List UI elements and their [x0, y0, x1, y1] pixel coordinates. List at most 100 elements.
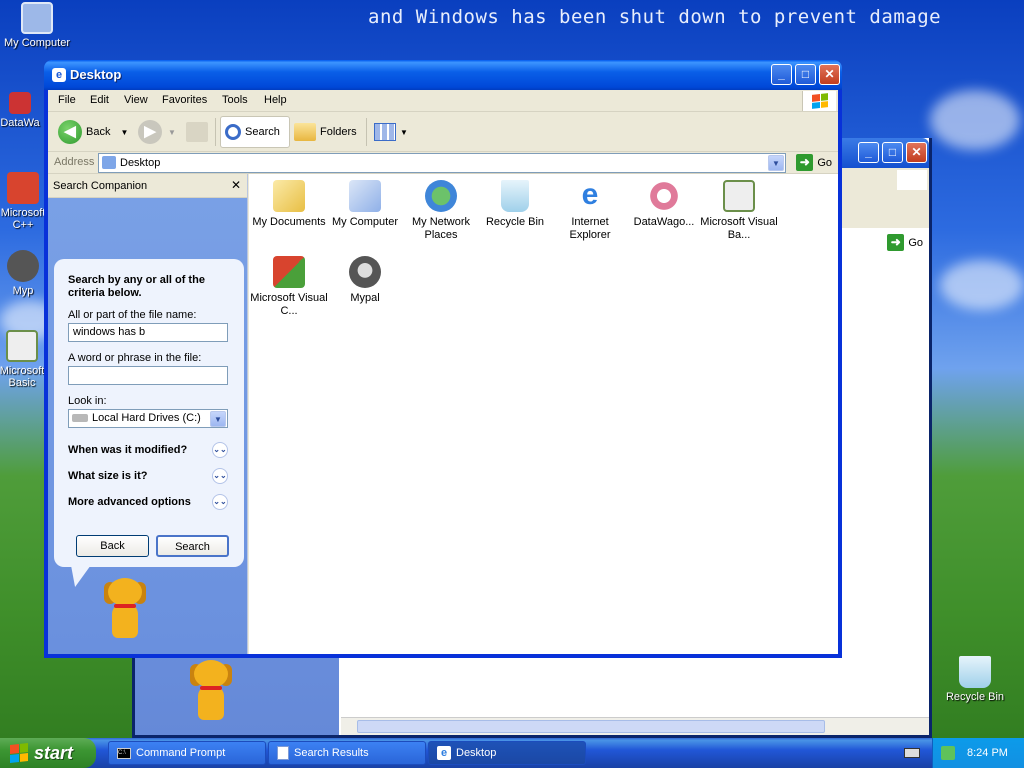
lookin-dropdown-icon[interactable]: ▼ — [210, 411, 226, 427]
file-item[interactable]: DataWago... — [624, 180, 704, 229]
go-arrow-icon: ➜ — [887, 234, 905, 251]
phrase-input[interactable] — [68, 366, 228, 385]
back-label: Back — [86, 126, 111, 138]
desktop-icon-my-computer[interactable]: My Computer — [2, 2, 72, 49]
close-pane-icon[interactable]: ✕ — [231, 178, 241, 192]
minimize-button[interactable]: _ — [771, 64, 792, 85]
taskbar-item-command-prompt[interactable]: C:\ Command Prompt — [108, 741, 266, 765]
file-item[interactable]: Mypal — [325, 256, 405, 305]
lookin-select[interactable]: Local Hard Drives (C:) ▼ — [68, 409, 228, 428]
desktop-icon-label: My Computer — [3, 37, 71, 49]
size-section[interactable]: What size is it? ⌄⌄ — [68, 468, 228, 484]
forward-button[interactable]: ▶ ▼ — [138, 116, 176, 148]
search-label: Search — [245, 126, 280, 138]
desktop-icon-recycle-bin[interactable]: Recycle Bin — [940, 656, 1010, 703]
toolbar-separator — [215, 118, 216, 146]
taskbar-item-label: Search Results — [294, 747, 369, 759]
search-dog-character[interactable] — [188, 660, 234, 722]
ie-app-icon: e — [52, 68, 66, 82]
modified-section[interactable]: When was it modified? ⌄⌄ — [68, 442, 228, 458]
minimize-button[interactable]: _ — [858, 142, 879, 163]
window-title: Desktop — [70, 67, 122, 82]
file-label: Internet Explorer — [569, 216, 611, 241]
search-submit-button[interactable]: Search — [156, 535, 229, 557]
go-button[interactable]: ➜ Go — [887, 234, 923, 251]
back-search-button[interactable]: Back — [76, 535, 149, 557]
file-item[interactable]: Microsoft Visual Ba... — [699, 180, 779, 242]
chevron-down-icon[interactable]: ⌄⌄ — [212, 494, 228, 510]
menu-file[interactable]: File — [58, 94, 76, 106]
folders-button[interactable]: Folders — [294, 116, 357, 148]
dog-head — [194, 660, 228, 688]
visual-cpp-icon — [273, 256, 305, 288]
desktop-icon-visual-basic[interactable]: Microsoft Basic — [0, 330, 50, 389]
dog-body — [112, 604, 138, 638]
phrase-label: A word or phrase in the file: — [68, 352, 202, 364]
menu-view[interactable]: View — [124, 94, 148, 106]
scrollbar-thumb[interactable] — [357, 720, 825, 733]
file-item[interactable]: Microsoft Visual C... — [249, 256, 329, 318]
search-intro: Search by any or all of the criteria bel… — [68, 274, 205, 299]
back-arrow-icon: ◀ — [58, 120, 82, 144]
search-balloon: Search by any or all of the criteria bel… — [54, 259, 244, 587]
visual-basic-icon — [723, 180, 755, 212]
views-grid-icon — [374, 123, 396, 141]
filename-input[interactable]: windows has b — [68, 323, 228, 342]
go-label: Go — [817, 156, 832, 169]
start-button[interactable]: start — [0, 738, 96, 768]
standard-toolbar: ◀ Back ▼ ▶ ▼ Search Folders ▼ — [48, 112, 838, 152]
horizontal-scrollbar[interactable] — [341, 717, 929, 735]
internet-explorer-icon: e — [574, 180, 606, 212]
back-button[interactable]: ◀ Back ▼ — [58, 116, 128, 148]
desktop-icon-label: Myp — [12, 285, 34, 297]
dog-collar — [114, 604, 136, 608]
up-folder-button[interactable] — [186, 116, 208, 148]
menu-edit[interactable]: Edit — [90, 94, 109, 106]
chevron-down-icon[interactable]: ⌄⌄ — [212, 442, 228, 458]
desktop-window[interactable]: e Desktop _ □ ✕ File Edit View Favorites… — [44, 60, 842, 658]
taskbar-item-search-results[interactable]: Search Results — [268, 741, 426, 765]
lookin-value: Local Hard Drives (C:) — [92, 412, 201, 424]
menu-tools[interactable]: Tools — [222, 94, 248, 106]
file-item[interactable]: My Network Places — [401, 180, 481, 242]
file-item[interactable]: My Documents — [249, 180, 329, 229]
go-button[interactable]: ➜ Go — [796, 154, 832, 171]
window-titlebar[interactable]: e Desktop _ □ ✕ — [44, 60, 842, 90]
search-button[interactable]: Search — [220, 116, 290, 148]
file-label: My Documents — [252, 216, 326, 228]
network-tray-icon[interactable] — [941, 746, 955, 760]
clock[interactable]: 8:24 PM — [967, 747, 1008, 759]
keyboard-icon[interactable] — [904, 748, 920, 758]
views-button[interactable]: ▼ — [374, 116, 408, 148]
taskbar-item-desktop[interactable]: e Desktop — [428, 741, 586, 765]
file-view: My Documents My Computer My Network Plac… — [249, 174, 838, 654]
start-label: start — [34, 742, 74, 763]
chevron-down-icon[interactable]: ⌄⌄ — [212, 468, 228, 484]
close-button[interactable]: ✕ — [819, 64, 840, 85]
maximize-button[interactable]: □ — [795, 64, 816, 85]
maximize-button[interactable]: □ — [882, 142, 903, 163]
address-field[interactable]: Desktop ▼ — [98, 153, 786, 173]
close-button[interactable]: ✕ — [906, 142, 927, 163]
file-item[interactable]: My Computer — [325, 180, 405, 229]
file-item[interactable]: e Internet Explorer — [550, 180, 630, 242]
desktop-icon-label: Recycle Bin — [945, 691, 1005, 703]
desktop-icon-mypal[interactable]: Myp — [0, 250, 46, 297]
forward-dropdown-icon[interactable]: ▼ — [168, 128, 176, 137]
address-dropdown-icon[interactable]: ▼ — [768, 155, 784, 171]
error-banner-text: and Windows has been shut down to preven… — [368, 6, 942, 28]
views-dropdown-icon: ▼ — [400, 127, 408, 137]
command-prompt-icon: C:\ — [117, 747, 131, 759]
network-places-icon — [425, 180, 457, 212]
menu-help[interactable]: Help — [264, 94, 287, 106]
menu-favorites[interactable]: Favorites — [162, 94, 207, 106]
file-item[interactable]: Recycle Bin — [475, 180, 555, 229]
search-companion-header: Search Companion ✕ — [48, 174, 247, 198]
go-arrow-icon: ➜ — [796, 154, 814, 171]
back-dropdown-icon[interactable]: ▼ — [120, 128, 128, 137]
file-label: My Computer — [331, 216, 399, 228]
balloon-tail — [65, 565, 91, 587]
advanced-section[interactable]: More advanced options ⌄⌄ — [68, 494, 228, 510]
search-dog-character[interactable] — [102, 578, 148, 640]
desktop-icon-datawagon[interactable]: DataWa — [0, 92, 50, 129]
